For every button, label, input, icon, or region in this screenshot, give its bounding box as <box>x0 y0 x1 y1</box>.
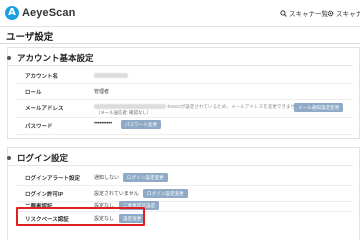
email-redacted-value <box>94 104 166 109</box>
login-section-header: ログイン設定 <box>7 152 68 164</box>
login-section-divider <box>7 165 353 166</box>
logo-icon: A <box>5 6 19 20</box>
account-name-label: アカウント名 <box>25 74 59 80</box>
account-name-redacted-value <box>94 73 128 78</box>
section-bullet-icon <box>7 156 11 160</box>
gear-icon <box>327 10 334 16</box>
email-sub-note: （メール送信者: 確認なし） <box>96 110 152 115</box>
title-divider <box>0 43 360 44</box>
password-masked-value: •••••••••• <box>94 121 113 127</box>
login-alert-row: ログインアラート設定 通知しない ログイン設定変更 <box>16 170 353 186</box>
role-value: 管理者 <box>94 89 110 95</box>
search-icon <box>280 9 287 17</box>
login-ip-label: ログイン許可IP <box>25 192 64 198</box>
account-section-header: アカウント基本設定 <box>7 52 94 64</box>
account-section-divider <box>7 65 353 66</box>
login-ip-value: 設定されていません <box>94 191 139 197</box>
role-row: ロール 管理者 <box>16 84 353 100</box>
login-section-title: ログイン設定 <box>17 153 69 163</box>
section-bullet-icon <box>7 56 11 60</box>
nav-scanner-settings[interactable]: スキャナ <box>327 7 360 19</box>
account-section-title: アカウント基本設定 <box>17 53 94 63</box>
nav-scanner-settings-label: スキャナ <box>336 11 360 18</box>
top-navigation-bar: A AeyeScan スキャナ一覧 スキャナ <box>0 0 360 27</box>
login-alert-settings-button[interactable]: ログイン設定変更 <box>123 173 168 182</box>
nav-scanner-list[interactable]: スキャナ一覧 <box>280 7 328 19</box>
logo-mark-letter: A <box>8 7 16 18</box>
password-row: パスワード •••••••••• パスワード変更 <box>16 118 353 135</box>
role-label: ロール <box>25 90 42 96</box>
app-logo[interactable]: A AeyeScan <box>5 6 75 20</box>
nav-scanner-list-label: スキャナ一覧 <box>289 11 328 18</box>
email-label: メールアドレス <box>25 106 64 112</box>
logo-text: AeyeScan <box>22 7 76 19</box>
login-alert-value: 通知しない <box>94 175 120 181</box>
email-sso-note: ※SSOが設定されているため、メールアドレスを変更できません。 <box>167 104 305 109</box>
email-row: メールアドレス ※SSOが設定されているため、メールアドレスを変更できません。 … <box>16 100 353 118</box>
change-password-button[interactable]: パスワード変更 <box>121 120 162 129</box>
login-alert-label: ログインアラート設定 <box>25 176 81 182</box>
login-ip-settings-button[interactable]: ログイン設定変更 <box>143 189 188 198</box>
email-notification-settings-button[interactable]: メール通知設定変更 <box>294 103 344 112</box>
password-label: パスワード <box>25 124 53 130</box>
risk-based-auth-highlight-box <box>16 207 145 226</box>
account-name-row: アカウント名 <box>16 68 353 84</box>
page-title: ユーザ設定 <box>6 32 54 43</box>
